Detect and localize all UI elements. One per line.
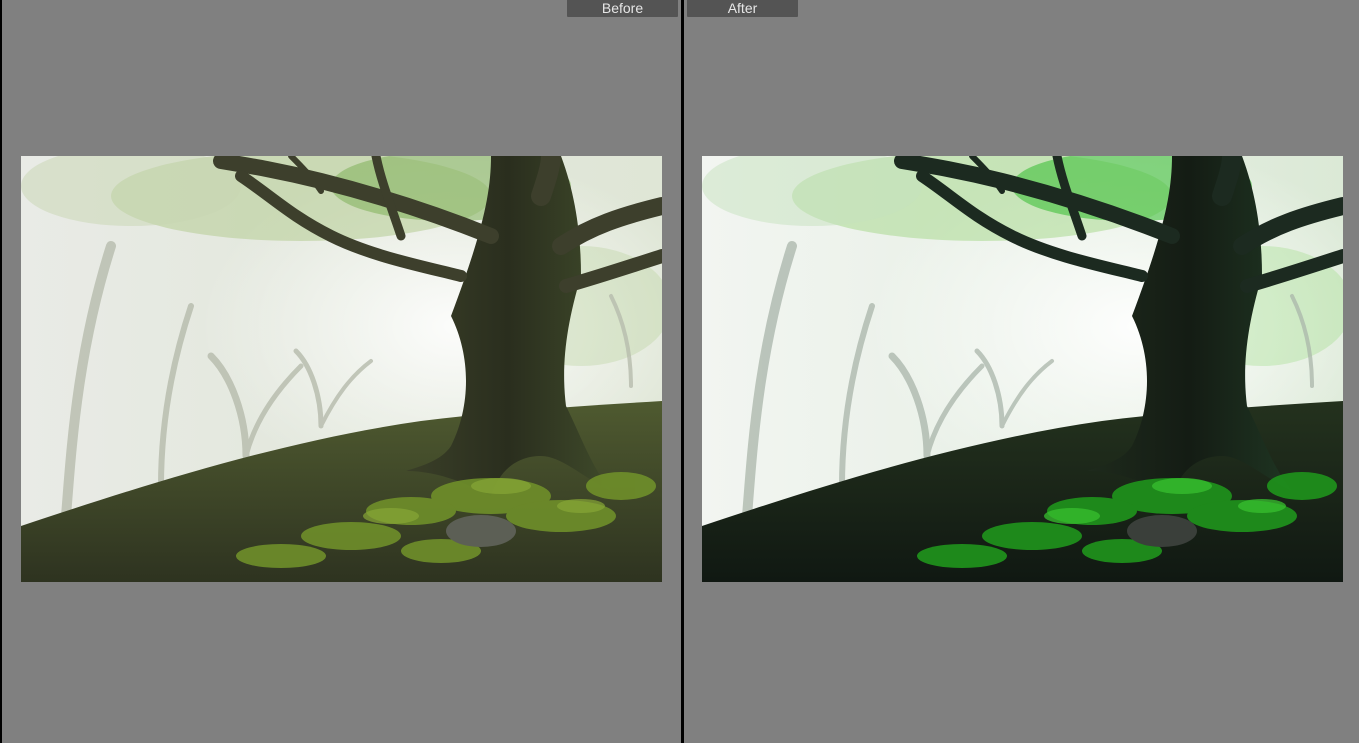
after-photo bbox=[702, 156, 1343, 582]
before-photo bbox=[21, 156, 662, 582]
after-label-tab[interactable]: After bbox=[687, 0, 798, 17]
before-after-compare-view: Before After bbox=[0, 0, 1359, 743]
before-pane: Before bbox=[2, 0, 681, 743]
before-label-tab[interactable]: Before bbox=[567, 0, 678, 17]
after-pane: After bbox=[684, 0, 1359, 743]
